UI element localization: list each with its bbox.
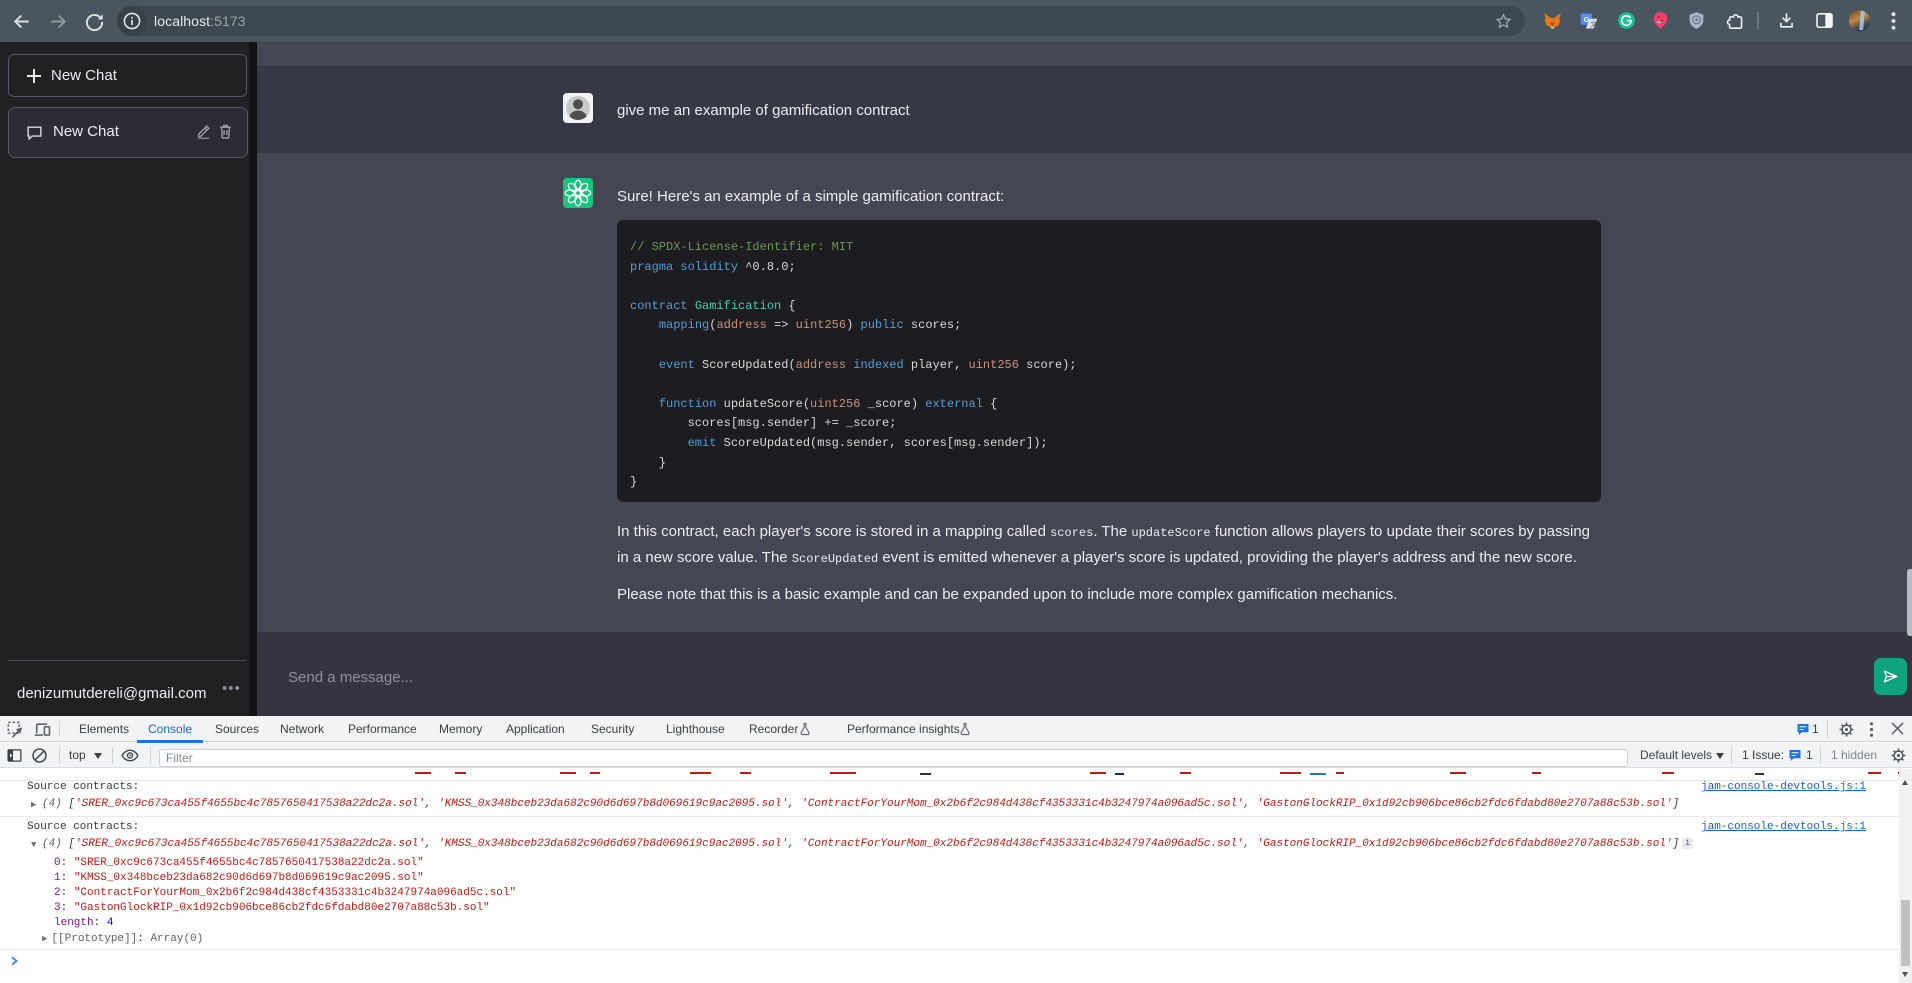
svg-text:文: 文	[1590, 19, 1597, 28]
